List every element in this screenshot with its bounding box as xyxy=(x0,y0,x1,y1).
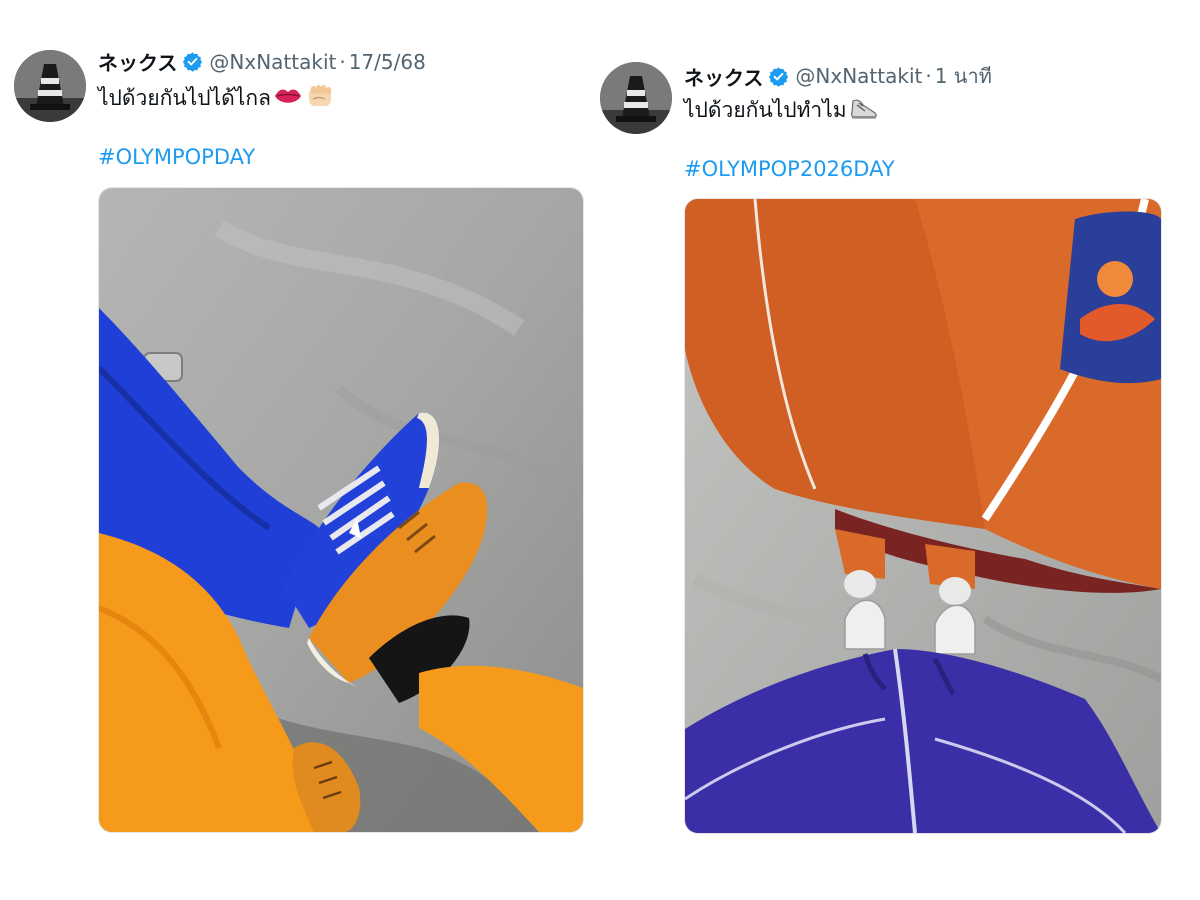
lips-emoji-icon xyxy=(273,84,303,113)
timestamp[interactable]: 17/5/68 xyxy=(349,50,426,74)
tweet-text-line: ไปด้วยกันไปทำไม xyxy=(684,94,879,127)
tweet-text-line: ไปด้วยกันไปได้ไกล xyxy=(98,82,335,115)
handle[interactable]: @NxNattakit xyxy=(209,50,336,74)
sneakers-photo-image xyxy=(99,188,583,832)
display-name[interactable]: ネックス xyxy=(98,47,177,76)
handle[interactable]: @NxNattakit xyxy=(795,64,922,88)
avatar-image xyxy=(600,62,672,134)
hashtag-link[interactable]: #OLYMPOP2026DAY xyxy=(684,157,895,181)
separator-dot: · xyxy=(339,49,346,74)
tweet-header: ネックス @NxNattakit · 1 นาที xyxy=(684,60,992,92)
timestamp[interactable]: 1 นาที xyxy=(935,60,992,92)
verified-badge-icon xyxy=(768,66,789,87)
tweet-photo[interactable] xyxy=(684,198,1162,834)
tweet-text: ไปด้วยกันไปทำไม xyxy=(684,98,847,122)
display-name[interactable]: ネックス xyxy=(684,62,763,91)
avatar-image xyxy=(14,50,86,122)
shorts-photo-image xyxy=(685,199,1161,833)
fist-bump-icon xyxy=(305,82,335,115)
tweet-text: ไปด้วยกันไปได้ไกล xyxy=(98,86,271,110)
tweet-header: ネックス @NxNattakit · 17/5/68 xyxy=(98,47,426,76)
hashtag-link[interactable]: #OLYMPOPDAY xyxy=(98,145,255,169)
sneaker-emoji-icon xyxy=(849,95,879,126)
avatar[interactable] xyxy=(14,50,86,122)
tweet-photo[interactable] xyxy=(98,187,584,833)
avatar[interactable] xyxy=(600,62,672,134)
verified-badge-icon xyxy=(182,51,203,72)
separator-dot: · xyxy=(925,64,932,88)
